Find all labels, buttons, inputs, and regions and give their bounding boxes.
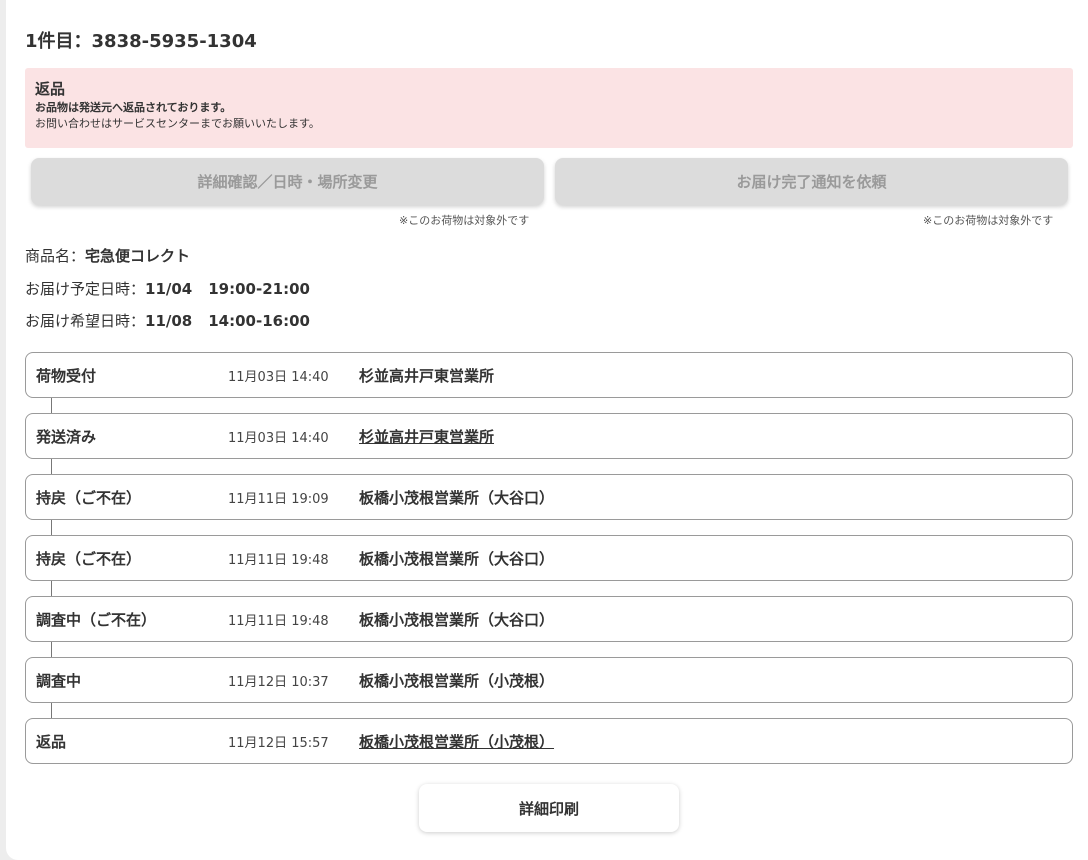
timeline-datetime: 11月11日 19:09 xyxy=(228,491,329,507)
desired-date: 11/08 xyxy=(145,312,193,330)
delivery-notice-button[interactable]: お届け完了通知を依頼 xyxy=(555,158,1068,205)
scheduled-label: お届け予定日時： xyxy=(25,280,146,298)
timeline-datetime: 11月11日 19:48 xyxy=(228,552,329,568)
product-name: 商品名：宅急便コレクト xyxy=(25,245,190,266)
desired-delivery: お届け希望日時：11/08 14:00-16:00 xyxy=(25,310,310,331)
timeline-office-link[interactable]: 杉並高井戸東営業所 xyxy=(359,414,494,458)
timeline-office: 板橋小茂根営業所（大谷口） xyxy=(359,549,555,568)
timeline-row: 調査中（ご不在） 11月11日 19:48 板橋小茂根営業所（大谷口） xyxy=(25,596,1073,657)
notice-contact: お問い合わせはサービスセンターまでお願いいたします。 xyxy=(35,117,320,130)
print-details-button[interactable]: 詳細印刷 xyxy=(419,784,679,832)
detail-change-note: ※このお荷物は対象外です xyxy=(399,214,530,227)
detail-change-button[interactable]: 詳細確認／日時・場所変更 xyxy=(31,158,544,205)
delivery-notice-note: ※このお荷物は対象外です xyxy=(923,214,1054,227)
timeline-row: 持戻（ご不在） 11月11日 19:09 板橋小茂根営業所（大谷口） xyxy=(25,474,1073,535)
timeline-office: 板橋小茂根営業所（大谷口） xyxy=(359,488,555,507)
timeline-status: 調査中 xyxy=(36,671,82,690)
timeline-row: 荷物受付 11月03日 14:40 杉並高井戸東営業所 xyxy=(25,352,1073,413)
timeline-connector xyxy=(51,520,52,535)
timeline-office: 板橋小茂根営業所（小茂根） xyxy=(359,671,555,690)
timeline-connector xyxy=(51,459,52,474)
tracking-timeline: 荷物受付 11月03日 14:40 杉並高井戸東営業所 発送済み 11月03日 … xyxy=(25,352,1073,764)
timeline-row: 調査中 11月12日 10:37 板橋小茂根営業所（小茂根） xyxy=(25,657,1073,718)
notice-message: お品物は発送元へ返品されております。 xyxy=(35,101,232,114)
timeline-datetime: 11月12日 15:57 xyxy=(228,735,329,751)
scheduled-time: 19:00-21:00 xyxy=(208,280,310,298)
product-value: 宅急便コレクト xyxy=(85,247,191,265)
timeline-datetime: 11月12日 10:37 xyxy=(228,674,329,690)
product-label: 商品名： xyxy=(25,247,86,265)
desired-label: お届け希望日時： xyxy=(25,312,146,330)
timeline-datetime: 11月03日 14:40 xyxy=(228,430,329,446)
timeline-status: 調査中（ご不在） xyxy=(36,610,157,629)
scheduled-delivery: お届け予定日時：11/04 19:00-21:00 xyxy=(25,278,310,299)
timeline-connector xyxy=(51,642,52,657)
return-notice: 返品 お品物は発送元へ返品されております。 お問い合わせはサービスセンターまでお… xyxy=(25,68,1073,148)
timeline-office: 杉並高井戸東営業所 xyxy=(359,366,495,385)
timeline-status: 持戻（ご不在） xyxy=(36,549,142,568)
timeline-connector xyxy=(51,398,52,413)
page-title: 1件目：3838-5935-1304 xyxy=(25,31,257,52)
desired-time: 14:00-16:00 xyxy=(208,312,310,330)
timeline-status: 返品 xyxy=(36,732,67,751)
timeline-row: 持戻（ご不在） 11月11日 19:48 板橋小茂根営業所（大谷口） xyxy=(25,535,1073,596)
timeline-status: 発送済み xyxy=(36,427,97,446)
timeline-row: 返品 11月12日 15:57 板橋小茂根営業所（小茂根） xyxy=(25,718,1073,764)
timeline-status: 持戻（ご不在） xyxy=(36,488,142,507)
timeline-connector xyxy=(51,703,52,718)
timeline-connector xyxy=(51,581,52,596)
notice-heading: 返品 xyxy=(35,80,66,98)
timeline-office-link[interactable]: 板橋小茂根営業所（小茂根） xyxy=(359,719,554,763)
timeline-status: 荷物受付 xyxy=(36,366,97,385)
timeline-datetime: 11月03日 14:40 xyxy=(228,369,329,385)
timeline-datetime: 11月11日 19:48 xyxy=(228,613,329,629)
scheduled-date: 11/04 xyxy=(145,280,193,298)
tracking-panel: 1件目：3838-5935-1304 返品 お品物は発送元へ返品されております。… xyxy=(6,0,1088,860)
timeline-row: 発送済み 11月03日 14:40 杉並高井戸東営業所 xyxy=(25,413,1073,474)
timeline-office: 板橋小茂根営業所（大谷口） xyxy=(359,610,555,629)
